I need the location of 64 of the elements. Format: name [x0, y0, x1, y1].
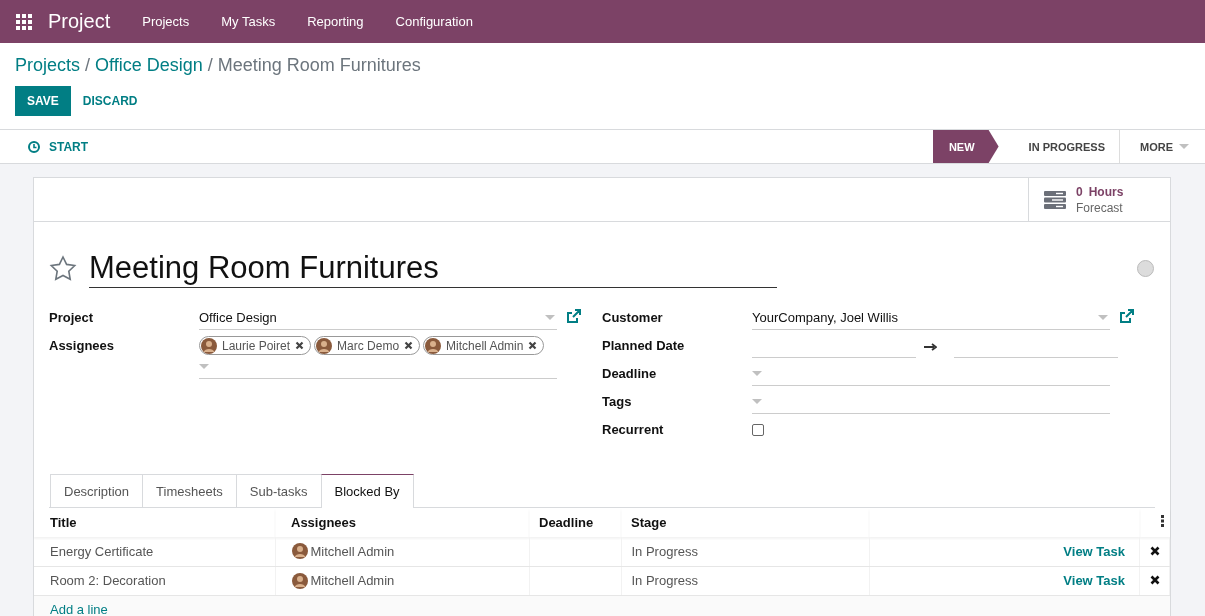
field-label: Project	[49, 309, 95, 327]
column-header: Assignees	[275, 508, 529, 537]
avatar-icon	[201, 337, 217, 354]
avatar-icon	[291, 543, 308, 560]
caret-icon	[752, 399, 762, 404]
breadcrumb-link[interactable]: Projects	[15, 55, 81, 76]
field-label: Deadline	[602, 365, 658, 383]
remove-icon	[404, 341, 414, 350]
dropdown-field[interactable]: YourCompany, Joel Willis	[752, 306, 1110, 330]
more-button[interactable]: MORE	[1119, 130, 1205, 163]
checkbox[interactable]	[752, 424, 764, 436]
table-cell: Energy Certificate	[34, 537, 275, 566]
field-label: Customer	[602, 309, 664, 327]
save-button[interactable]: SAVE	[15, 86, 71, 116]
status-dot[interactable]	[1137, 259, 1154, 277]
app-name: Project	[48, 10, 111, 33]
remove-icon	[528, 341, 538, 350]
field-label: Planned Date	[602, 337, 686, 355]
dropdown-field[interactable]: Office Design	[199, 306, 557, 330]
breadcrumb-link[interactable]: Office Design	[95, 55, 203, 76]
stage-button[interactable]: IN PROGRESS	[1008, 130, 1119, 163]
field-label: Recurrent	[602, 421, 665, 439]
close-icon	[1149, 575, 1160, 585]
table-cell: Room 2: Decoration	[34, 566, 275, 595]
kebab-menu-icon	[1160, 515, 1164, 527]
column-header: Title	[34, 508, 275, 537]
table-cell: Mitchell Admin	[310, 573, 395, 588]
server-icon	[1044, 190, 1066, 209]
close-icon	[1149, 545, 1160, 556]
view-task-link[interactable]: View Task	[1063, 573, 1125, 588]
caret-icon	[1098, 315, 1108, 320]
menu-item[interactable]: Configuration	[379, 14, 489, 29]
stage-button[interactable]: NEW	[932, 130, 999, 163]
start-button[interactable]: START	[0, 130, 89, 163]
field-label: Tags	[602, 393, 633, 411]
arrow-icon	[924, 342, 937, 352]
avatar-icon	[316, 337, 333, 354]
caret-icon	[545, 315, 555, 320]
breadcrumb-current: Meeting Room Furnitures	[217, 55, 421, 76]
caret-icon	[1179, 144, 1189, 149]
caret-icon	[199, 364, 209, 369]
discard-button[interactable]: DISCARD	[70, 86, 150, 116]
field-label: Assignees	[49, 337, 116, 355]
view-task-link[interactable]: View Task	[1063, 543, 1125, 559]
tab[interactable]: Description	[50, 474, 144, 507]
remove-icon	[295, 341, 305, 350]
menu-item[interactable]: My Tasks	[205, 14, 292, 29]
breadcrumb-separator: /	[207, 55, 213, 76]
avatar-icon	[291, 572, 308, 589]
avatar-icon	[425, 337, 442, 354]
breadcrumb-separator: /	[85, 55, 91, 76]
table-cell: Mitchell Admin	[310, 543, 395, 559]
table-cell: In Progress	[621, 537, 869, 566]
menu-item[interactable]: Reporting	[291, 14, 380, 29]
clock-icon	[28, 140, 40, 153]
tab[interactable]: Blocked By	[320, 474, 414, 508]
column-header: Stage	[621, 508, 869, 537]
table-cell: In Progress	[621, 566, 869, 595]
grid-icon	[16, 13, 32, 30]
caret-icon	[752, 371, 762, 376]
menu-item[interactable]: Projects	[126, 14, 206, 29]
add-line-link[interactable]: Add a line	[50, 601, 108, 616]
column-header: Deadline	[529, 508, 621, 537]
forecast-stat-button[interactable]: 0 Hours Forecast	[1028, 178, 1170, 221]
